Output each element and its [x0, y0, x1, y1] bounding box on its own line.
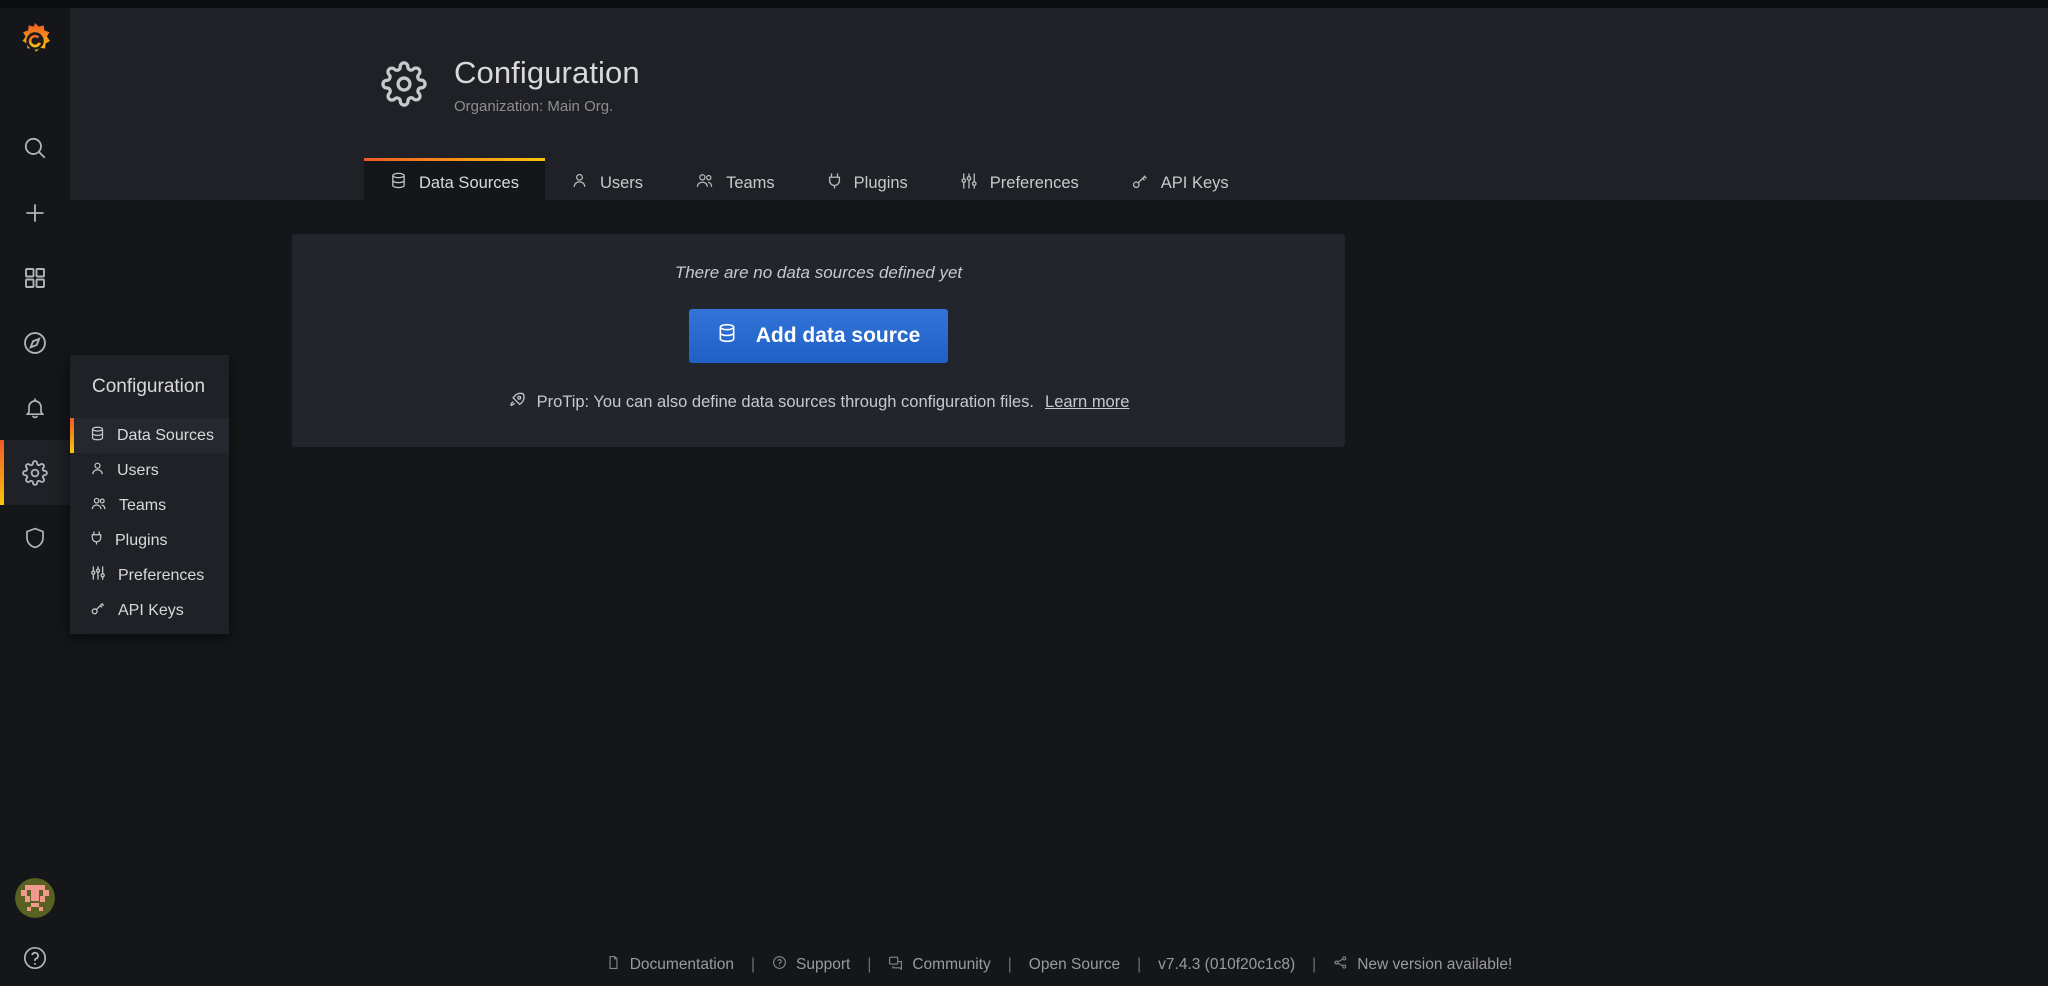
page-header-band: Configuration Organization: Main Org. Da… — [70, 8, 2048, 208]
footer-link-support[interactable]: Support — [772, 955, 850, 975]
page-subtitle: Organization: Main Org. — [454, 98, 614, 115]
database-icon — [717, 323, 737, 349]
tab-label: Preferences — [989, 173, 1079, 192]
footer-link-label: New version available! — [1357, 956, 1513, 973]
users-icon — [90, 496, 107, 516]
sidebar-items — [0, 115, 70, 570]
add-data-source-label: Add data source — [755, 324, 921, 347]
gear-icon — [381, 61, 427, 112]
sidebar-item-configuration[interactable] — [0, 440, 70, 505]
page-header: Configuration Organization: Main Org. — [381, 55, 640, 115]
submenu-title: Configuration — [92, 375, 206, 397]
document-icon — [606, 955, 621, 975]
sidebar-item-explore[interactable] — [0, 310, 70, 375]
submenu-item-label: Data Sources — [117, 426, 214, 444]
footer: Documentation | Support | Community | Op… — [70, 944, 2048, 986]
data-sources-empty-card: There are no data sources defined yet Ad… — [292, 234, 1345, 447]
compass-icon — [22, 330, 48, 356]
submenu-item-teams[interactable]: Teams — [70, 488, 229, 523]
protip-text: ProTip: You can also define data sources… — [536, 393, 1035, 411]
database-icon — [90, 426, 105, 446]
gear-icon — [22, 459, 48, 486]
user-avatar[interactable] — [15, 878, 55, 918]
tab-label: Teams — [726, 173, 775, 192]
plug-icon — [90, 530, 103, 551]
bell-icon — [23, 396, 47, 420]
footer-link-community[interactable]: Community — [888, 955, 991, 975]
submenu-item-plugins[interactable]: Plugins — [70, 523, 229, 558]
footer-link-new-version[interactable]: New version available! — [1333, 955, 1512, 975]
sidebar-item-search[interactable] — [0, 115, 70, 180]
sliders-icon — [90, 565, 106, 586]
submenu-item-label: Users — [117, 461, 159, 479]
comments-icon — [888, 955, 903, 975]
footer-separator: | — [1007, 956, 1012, 973]
empty-state-message: There are no data sources defined yet — [674, 263, 963, 282]
sliders-icon — [960, 172, 978, 195]
sidebar-rail — [0, 8, 70, 986]
plug-icon — [827, 172, 842, 195]
plus-icon — [22, 200, 48, 226]
submenu-item-users[interactable]: Users — [70, 453, 229, 488]
submenu-item-api-keys[interactable]: API Keys — [70, 593, 229, 628]
submenu-item-label: Teams — [119, 496, 167, 514]
database-icon — [390, 172, 407, 194]
key-icon — [90, 600, 106, 621]
share-icon — [1333, 955, 1348, 975]
grafana-app: Configuration Organization: Main Org. Da… — [0, 0, 2048, 986]
user-icon — [90, 461, 105, 481]
footer-separator: | — [750, 956, 756, 973]
sidebar-bottom — [0, 878, 70, 980]
question-circle-icon — [772, 955, 787, 975]
sidebar-item-create[interactable] — [0, 180, 70, 245]
configuration-submenu: Configuration Data Sources Users Teams P… — [70, 355, 229, 634]
sidebar-item-alerting[interactable] — [0, 375, 70, 440]
dashboards-icon — [23, 266, 47, 290]
shield-icon — [23, 526, 47, 550]
submenu-item-label: API Keys — [118, 601, 184, 619]
sidebar-item-server-admin[interactable] — [0, 505, 70, 570]
main-content: There are no data sources defined yet Ad… — [70, 200, 2048, 986]
page-header-text: Configuration Organization: Main Org. — [454, 55, 640, 115]
footer-separator: | — [1137, 956, 1142, 973]
footer-link-documentation[interactable]: Documentation — [606, 955, 734, 975]
search-icon — [22, 135, 48, 161]
footer-link-label: Support — [796, 956, 851, 973]
tab-label: Data Sources — [419, 173, 519, 192]
rocket-icon — [508, 391, 526, 414]
footer-separator: | — [1312, 956, 1317, 973]
protip-row: ProTip: You can also define data sources… — [508, 391, 1129, 414]
footer-link-label: Open Source — [1028, 956, 1121, 973]
help-icon[interactable] — [13, 936, 57, 980]
learn-more-link[interactable]: Learn more — [1045, 393, 1129, 412]
footer-link-label: Community — [912, 956, 991, 973]
add-data-source-button[interactable]: Add data source — [688, 309, 949, 363]
key-icon — [1131, 172, 1149, 195]
footer-version: v7.4.3 (010f20c1c8) — [1158, 956, 1295, 974]
tab-label: Users — [599, 173, 644, 192]
submenu-item-label: Preferences — [118, 566, 205, 584]
page-title: Configuration — [454, 55, 640, 90]
users-icon — [695, 172, 714, 194]
top-strip — [0, 0, 2048, 8]
footer-link-open-source[interactable]: Open Source — [1029, 956, 1120, 974]
footer-link-label: Documentation — [629, 956, 734, 973]
tab-label: Plugins — [853, 173, 908, 192]
footer-separator: | — [867, 956, 872, 973]
grafana-logo[interactable] — [0, 10, 70, 72]
user-icon — [571, 172, 588, 194]
tab-label: API Keys — [1160, 173, 1229, 192]
submenu-item-preferences[interactable]: Preferences — [70, 558, 229, 593]
submenu-item-label: Plugins — [115, 531, 168, 549]
submenu-item-data-sources[interactable]: Data Sources — [70, 418, 229, 453]
footer-version-label: v7.4.3 (010f20c1c8) — [1158, 956, 1296, 973]
sidebar-item-dashboards[interactable] — [0, 245, 70, 310]
